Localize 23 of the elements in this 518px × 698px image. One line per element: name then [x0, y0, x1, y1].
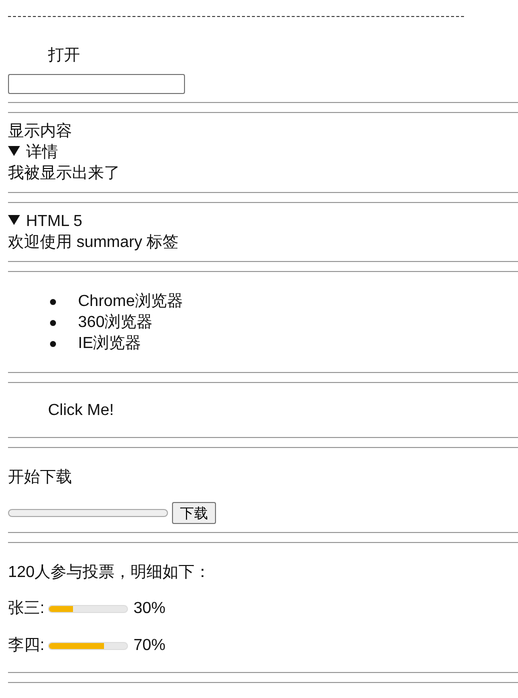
details-summary[interactable]: 详情 — [8, 142, 518, 163]
candidate-name: 李四: — [8, 636, 44, 656]
list-item: 360浏览器 — [78, 312, 153, 333]
section-heading: 显示内容 — [8, 122, 73, 142]
vote-percentage: 70% — [133, 636, 166, 656]
download-label: 开始下载 — [8, 468, 73, 488]
vote-percentage: 30% — [133, 599, 166, 619]
details-content: 欢迎使用 summary 标签 — [8, 232, 180, 253]
bullet-icon — [50, 298, 56, 304]
list-item: IE浏览器 — [78, 334, 142, 354]
disclosure-triangle-icon[interactable] — [8, 146, 20, 156]
bullet-icon — [50, 340, 56, 346]
details-summary[interactable]: HTML 5 — [8, 211, 518, 232]
bullet-icon — [50, 320, 56, 326]
open-label[interactable]: 打开 — [8, 45, 518, 66]
download-button[interactable]: 下载 — [172, 502, 216, 524]
vote-summary: 120人参与投票，明细如下： — [8, 562, 212, 583]
candidate-name: 张三: — [8, 598, 44, 619]
disclosure-triangle-icon[interactable] — [8, 215, 20, 225]
details-content: 我被显示出来了 — [8, 164, 121, 184]
list-item: Chrome浏览器 — [78, 292, 183, 312]
click-text[interactable]: Click Me! — [8, 400, 518, 421]
text-field[interactable] — [8, 74, 185, 94]
